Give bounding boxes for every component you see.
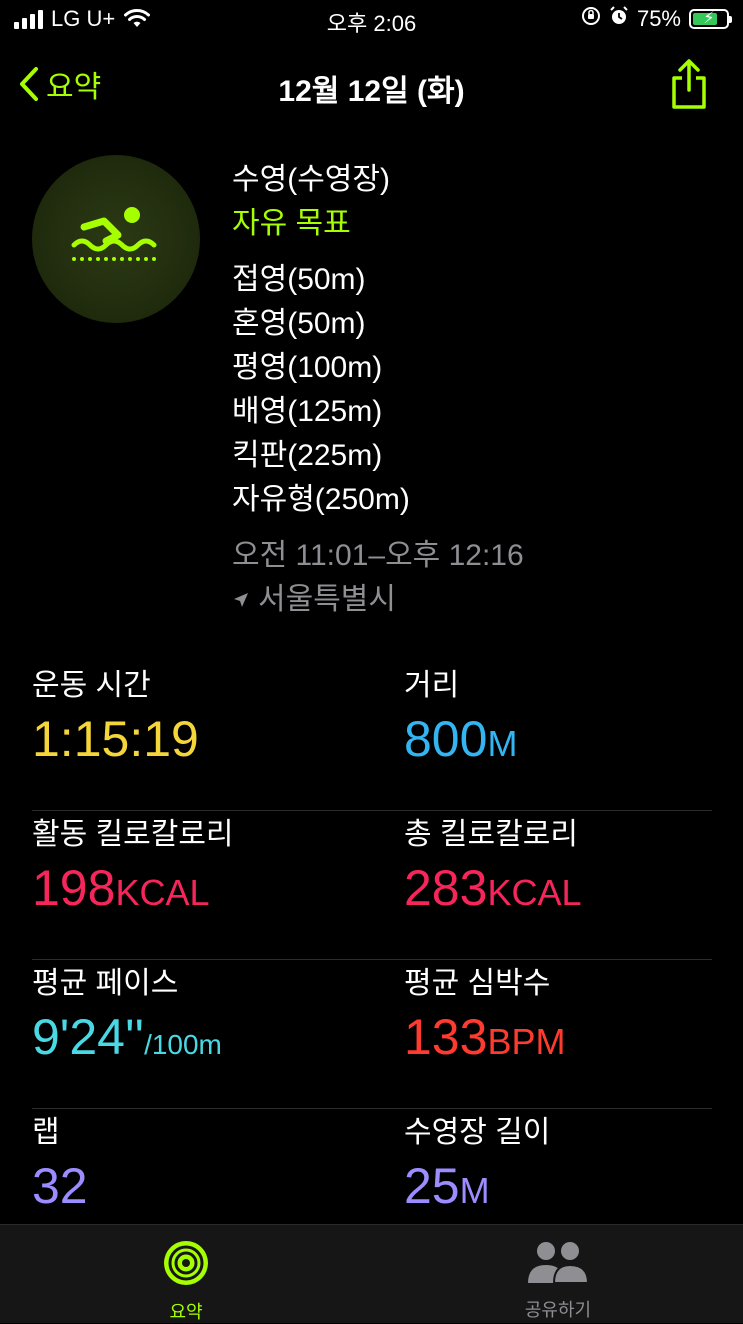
swimmer-icon <box>71 207 157 261</box>
metric-label: 거리 <box>404 669 460 702</box>
metric-label: 활동 킬로칼로리 <box>32 818 234 851</box>
people-icon <box>528 1242 590 1284</box>
status-right: 75% ⚡ <box>581 6 732 32</box>
tab-summary-label: 요약 <box>169 1302 203 1322</box>
charging-bolt-icon: ⚡ <box>703 10 715 27</box>
orientation-lock-icon <box>581 6 601 32</box>
metric-workout-time: 운동 시간 1:15:19 <box>32 662 199 768</box>
metric-pool-length: 수영장 길이 25M <box>404 1109 550 1220</box>
tab-sharing-label: 공유하기 <box>524 1300 592 1320</box>
metric-label: 총 킬로칼로리 <box>404 818 578 851</box>
workout-goal: 자유 목표 <box>232 207 351 240</box>
stroke-item: 자유형(250m) <box>232 483 410 516</box>
nav-bar: 요약 12월 12일 (화) <box>0 52 743 116</box>
metric-total-kcal: 총 킬로칼로리 283KCAL <box>404 811 581 922</box>
metric-value: 283KCAL <box>404 860 582 916</box>
battery-percent: 75% <box>636 6 681 31</box>
tab-sharing[interactable]: 공유하기 <box>478 1239 638 1322</box>
metric-value: 800M <box>404 711 518 767</box>
metric-value: 133BPM <box>404 1009 566 1065</box>
metric-active-kcal: 활동 킬로칼로리 198KCAL <box>32 811 234 922</box>
metrics-row: 평균 페이스 9'24''/100m 평균 심박수 133BPM <box>32 960 712 1109</box>
tab-summary[interactable]: 요약 <box>106 1239 266 1324</box>
status-bar: LG U+ 오후 2:06 75% ⚡ <box>0 0 743 44</box>
stroke-item: 평영(100m) <box>232 351 383 384</box>
metric-distance: 거리 800M <box>404 662 517 773</box>
metric-label: 평균 페이스 <box>32 967 179 1000</box>
share-button[interactable] <box>669 58 709 115</box>
stroke-item: 배영(125m) <box>232 395 383 428</box>
stroke-item: 혼영(50m) <box>232 307 366 340</box>
metrics-grid: 운동 시간 1:15:19 거리 800M 활동 킬로칼로리 198KCAL 총… <box>32 662 712 1257</box>
metrics-row: 운동 시간 1:15:19 거리 800M <box>32 662 712 811</box>
workout-info: 수영(수영장) 자유 목표 접영(50m) 혼영(50m) 평영(100m) 배… <box>232 158 524 622</box>
metrics-row: 활동 킬로칼로리 198KCAL 총 킬로칼로리 283KCAL <box>32 811 712 960</box>
stroke-item: 접영(50m) <box>232 263 366 296</box>
location-arrow-icon <box>234 593 248 607</box>
stroke-item: 킥판(225m) <box>232 439 383 472</box>
workout-icon-badge <box>32 155 200 323</box>
metric-label: 랩 <box>32 1116 60 1149</box>
metric-label: 운동 시간 <box>32 669 151 702</box>
metric-value: 1:15:19 <box>32 711 199 767</box>
workout-type: 수영(수영장) <box>232 163 390 196</box>
alarm-icon <box>609 6 629 32</box>
metric-avg-pace: 평균 페이스 9'24''/100m <box>32 960 222 1074</box>
workout-location: 서울특별시 <box>232 578 524 622</box>
metric-label: 수영장 길이 <box>404 1116 551 1149</box>
page-title: 12월 12일 (화) <box>278 75 465 108</box>
metric-label: 평균 심박수 <box>404 967 551 1000</box>
share-icon <box>672 59 706 109</box>
battery-icon: ⚡ <box>689 9 732 29</box>
metric-laps: 랩 32 <box>32 1109 88 1215</box>
metric-value: 9'24''/100m <box>32 1009 222 1065</box>
metric-value: 25M <box>404 1158 490 1214</box>
metric-avg-heart-rate: 평균 심박수 133BPM <box>404 960 565 1071</box>
metric-value: 32 <box>32 1158 88 1214</box>
metric-value: 198KCAL <box>32 860 210 916</box>
workout-time-range: 오전 11:01–오후 12:16 <box>232 539 524 572</box>
tab-bar: 요약 공유하기 <box>0 1224 743 1323</box>
location-label: 서울특별시 <box>258 583 396 616</box>
activity-rings-icon <box>164 1241 208 1285</box>
